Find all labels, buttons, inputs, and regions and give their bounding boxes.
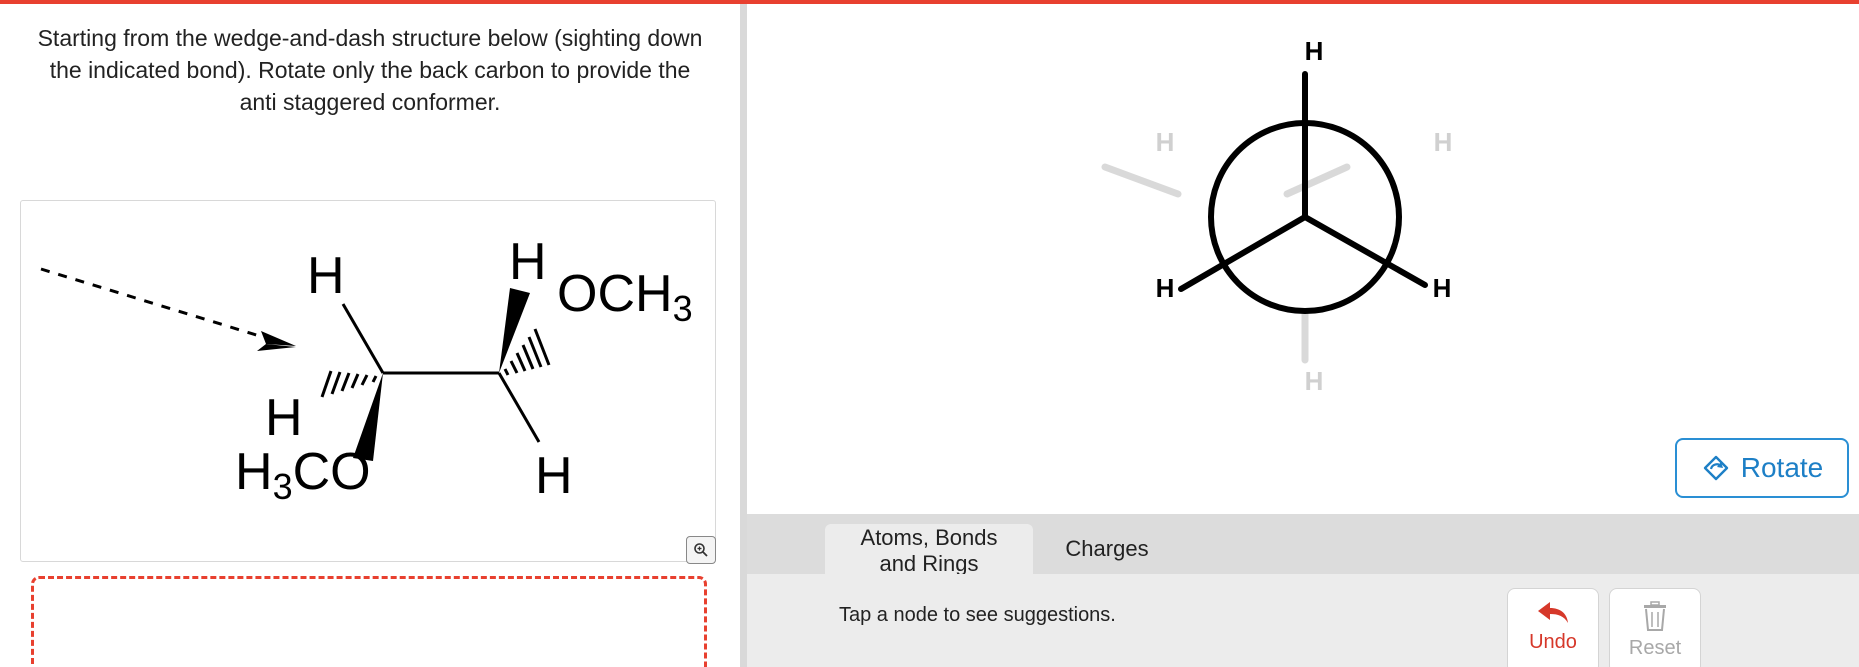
panel-divider bbox=[740, 4, 747, 667]
sighting-arrow-head bbox=[261, 331, 296, 346]
label-och3: OCH3 bbox=[557, 265, 693, 329]
label-h3co: H3CO bbox=[235, 443, 371, 507]
label-h-top-left: H bbox=[307, 247, 345, 305]
wedge-dash-structure: H H OCH3 H H3CO H bbox=[20, 200, 716, 562]
front-h-left[interactable]: H bbox=[1156, 273, 1175, 303]
label-h-top-right: H bbox=[509, 233, 547, 291]
undo-arrow-icon bbox=[1538, 602, 1568, 623]
tab-charges[interactable]: Charges bbox=[1047, 524, 1167, 574]
rotate-button[interactable]: Rotate bbox=[1675, 438, 1849, 498]
reset-label: Reset bbox=[1628, 637, 1682, 659]
rotate-icon bbox=[1703, 455, 1728, 481]
tools-area: Tap a node to see suggestions. Undo Rese… bbox=[747, 574, 1859, 667]
question-panel: Starting from the wedge-and-dash structu… bbox=[0, 4, 740, 667]
answer-drop-zone[interactable] bbox=[31, 576, 707, 667]
label-h-bottom-right: H bbox=[535, 447, 573, 505]
bond-left-h bbox=[341, 303, 385, 374]
trash-icon bbox=[1644, 601, 1666, 631]
undo-label: Undo bbox=[1529, 631, 1577, 653]
zoom-in-icon bbox=[694, 543, 708, 557]
back-h-left[interactable]: H bbox=[1156, 127, 1175, 157]
dash-left-h bbox=[320, 370, 378, 398]
newman-canvas[interactable]: H H H H H H Rotate bbox=[747, 4, 1859, 514]
back-h-bottom[interactable]: H bbox=[1305, 366, 1324, 396]
drawing-panel: H H H H H H Rotate Atoms, Bonds and Ring… bbox=[747, 4, 1859, 667]
sighting-arrow-line bbox=[40, 267, 277, 343]
tab-atoms-bonds-rings[interactable]: Atoms, Bonds and Rings bbox=[825, 524, 1033, 576]
bond-right-h bbox=[497, 372, 541, 443]
tab-atoms-label-line1: Atoms, Bonds bbox=[860, 525, 998, 550]
zoom-button[interactable] bbox=[686, 536, 716, 564]
reset-button[interactable]: Reset bbox=[1609, 588, 1701, 667]
front-h-top[interactable]: H bbox=[1305, 36, 1324, 66]
question-text: Starting from the wedge-and-dash structu… bbox=[37, 25, 703, 115]
suggestion-hint: Tap a node to see suggestions. bbox=[839, 604, 1116, 626]
tab-charges-label: Charges bbox=[1065, 536, 1149, 561]
wedge-right-h bbox=[499, 288, 530, 373]
undo-button[interactable]: Undo bbox=[1507, 588, 1599, 667]
tool-tabs: Atoms, Bonds and Rings Charges bbox=[747, 514, 1859, 576]
front-h-right[interactable]: H bbox=[1433, 273, 1452, 303]
label-h-left-dash: H bbox=[265, 389, 303, 447]
rotate-button-label: Rotate bbox=[1740, 452, 1824, 483]
back-h-right[interactable]: H bbox=[1434, 127, 1453, 157]
